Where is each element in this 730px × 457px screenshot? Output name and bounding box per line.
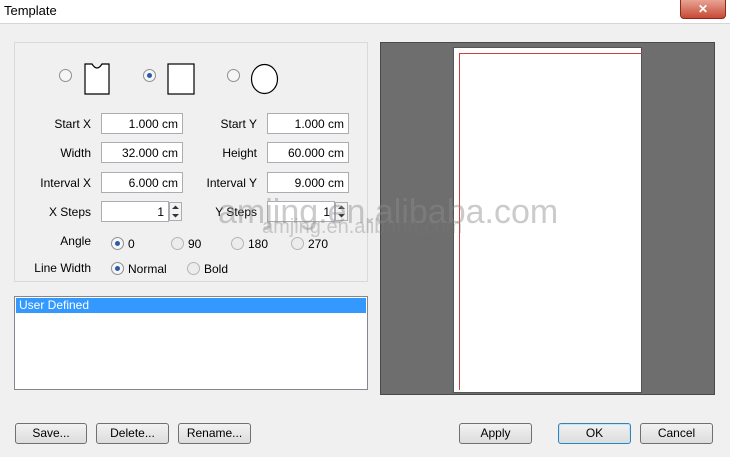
template-outline — [459, 53, 642, 390]
window-title: Template — [4, 3, 57, 18]
angle-90-radio[interactable] — [171, 237, 184, 250]
start-x-field[interactable]: 1.000 cm — [101, 113, 183, 134]
preview-sheet — [453, 47, 642, 393]
y-steps-label: Y Steps — [215, 205, 257, 219]
width-field[interactable]: 32.000 cm — [101, 142, 183, 163]
line-width-label: Line Width — [34, 261, 91, 275]
line-normal-radio[interactable] — [111, 262, 124, 275]
list-item[interactable]: User Defined — [16, 298, 366, 313]
y-steps-field[interactable]: 1 — [267, 201, 335, 222]
notched-rectangle-icon[interactable] — [84, 63, 110, 95]
ok-button[interactable]: OK — [558, 423, 631, 444]
save-button[interactable]: Save... — [15, 423, 87, 444]
angle-0-radio[interactable] — [111, 237, 124, 250]
close-button[interactable]: ✕ — [680, 0, 726, 19]
width-label: Width — [60, 146, 91, 160]
shape-notched-radio[interactable] — [59, 69, 72, 82]
x-steps-field[interactable]: 1 — [101, 201, 169, 222]
spinner-arrows-icon — [338, 205, 345, 218]
interval-x-label: Interval X — [40, 176, 91, 190]
interval-y-field[interactable]: 9.000 cm — [267, 172, 349, 193]
template-list[interactable]: User Defined — [14, 296, 368, 390]
angle-270-label: 270 — [308, 237, 329, 251]
settings-panel: Start X 1.000 cm Start Y 1.000 cm Width … — [14, 42, 368, 282]
angle-0-label: 0 — [128, 237, 135, 251]
rectangle-shape-icon[interactable] — [167, 63, 195, 95]
line-bold-label: Bold — [204, 262, 229, 276]
x-steps-spinner[interactable] — [169, 202, 182, 221]
spinner-arrows-icon — [172, 205, 179, 218]
angle-label: Angle — [60, 234, 91, 248]
height-field[interactable]: 60.000 cm — [267, 142, 349, 163]
start-y-field[interactable]: 1.000 cm — [267, 113, 349, 134]
x-steps-label: X Steps — [48, 205, 91, 219]
shape-circle-radio[interactable] — [227, 69, 240, 82]
line-bold-radio[interactable] — [187, 262, 200, 275]
y-steps-spinner[interactable] — [335, 202, 348, 221]
interval-x-field[interactable]: 6.000 cm — [101, 172, 183, 193]
start-x-label: Start X — [54, 117, 91, 131]
preview-area — [380, 42, 715, 395]
start-y-label: Start Y — [220, 117, 257, 131]
shape-rectangle-radio[interactable] — [143, 69, 156, 82]
angle-270-radio[interactable] — [291, 237, 304, 250]
title-bar: Template ✕ — [0, 0, 730, 24]
angle-180-radio[interactable] — [231, 237, 244, 250]
delete-button[interactable]: Delete... — [96, 423, 169, 444]
circle-shape-icon[interactable] — [250, 63, 279, 95]
close-icon: ✕ — [697, 2, 709, 16]
angle-180-label: 180 — [248, 237, 269, 251]
template-dialog: Template ✕ Start X 1.000 cm Start Y 1.00… — [0, 0, 730, 457]
apply-button[interactable]: Apply — [459, 423, 532, 444]
cancel-button[interactable]: Cancel — [640, 423, 713, 444]
line-normal-label: Normal — [128, 262, 167, 276]
rename-button[interactable]: Rename... — [178, 423, 251, 444]
angle-90-label: 90 — [188, 237, 202, 251]
interval-y-label: Interval Y — [206, 176, 257, 190]
height-label: Height — [222, 146, 257, 160]
